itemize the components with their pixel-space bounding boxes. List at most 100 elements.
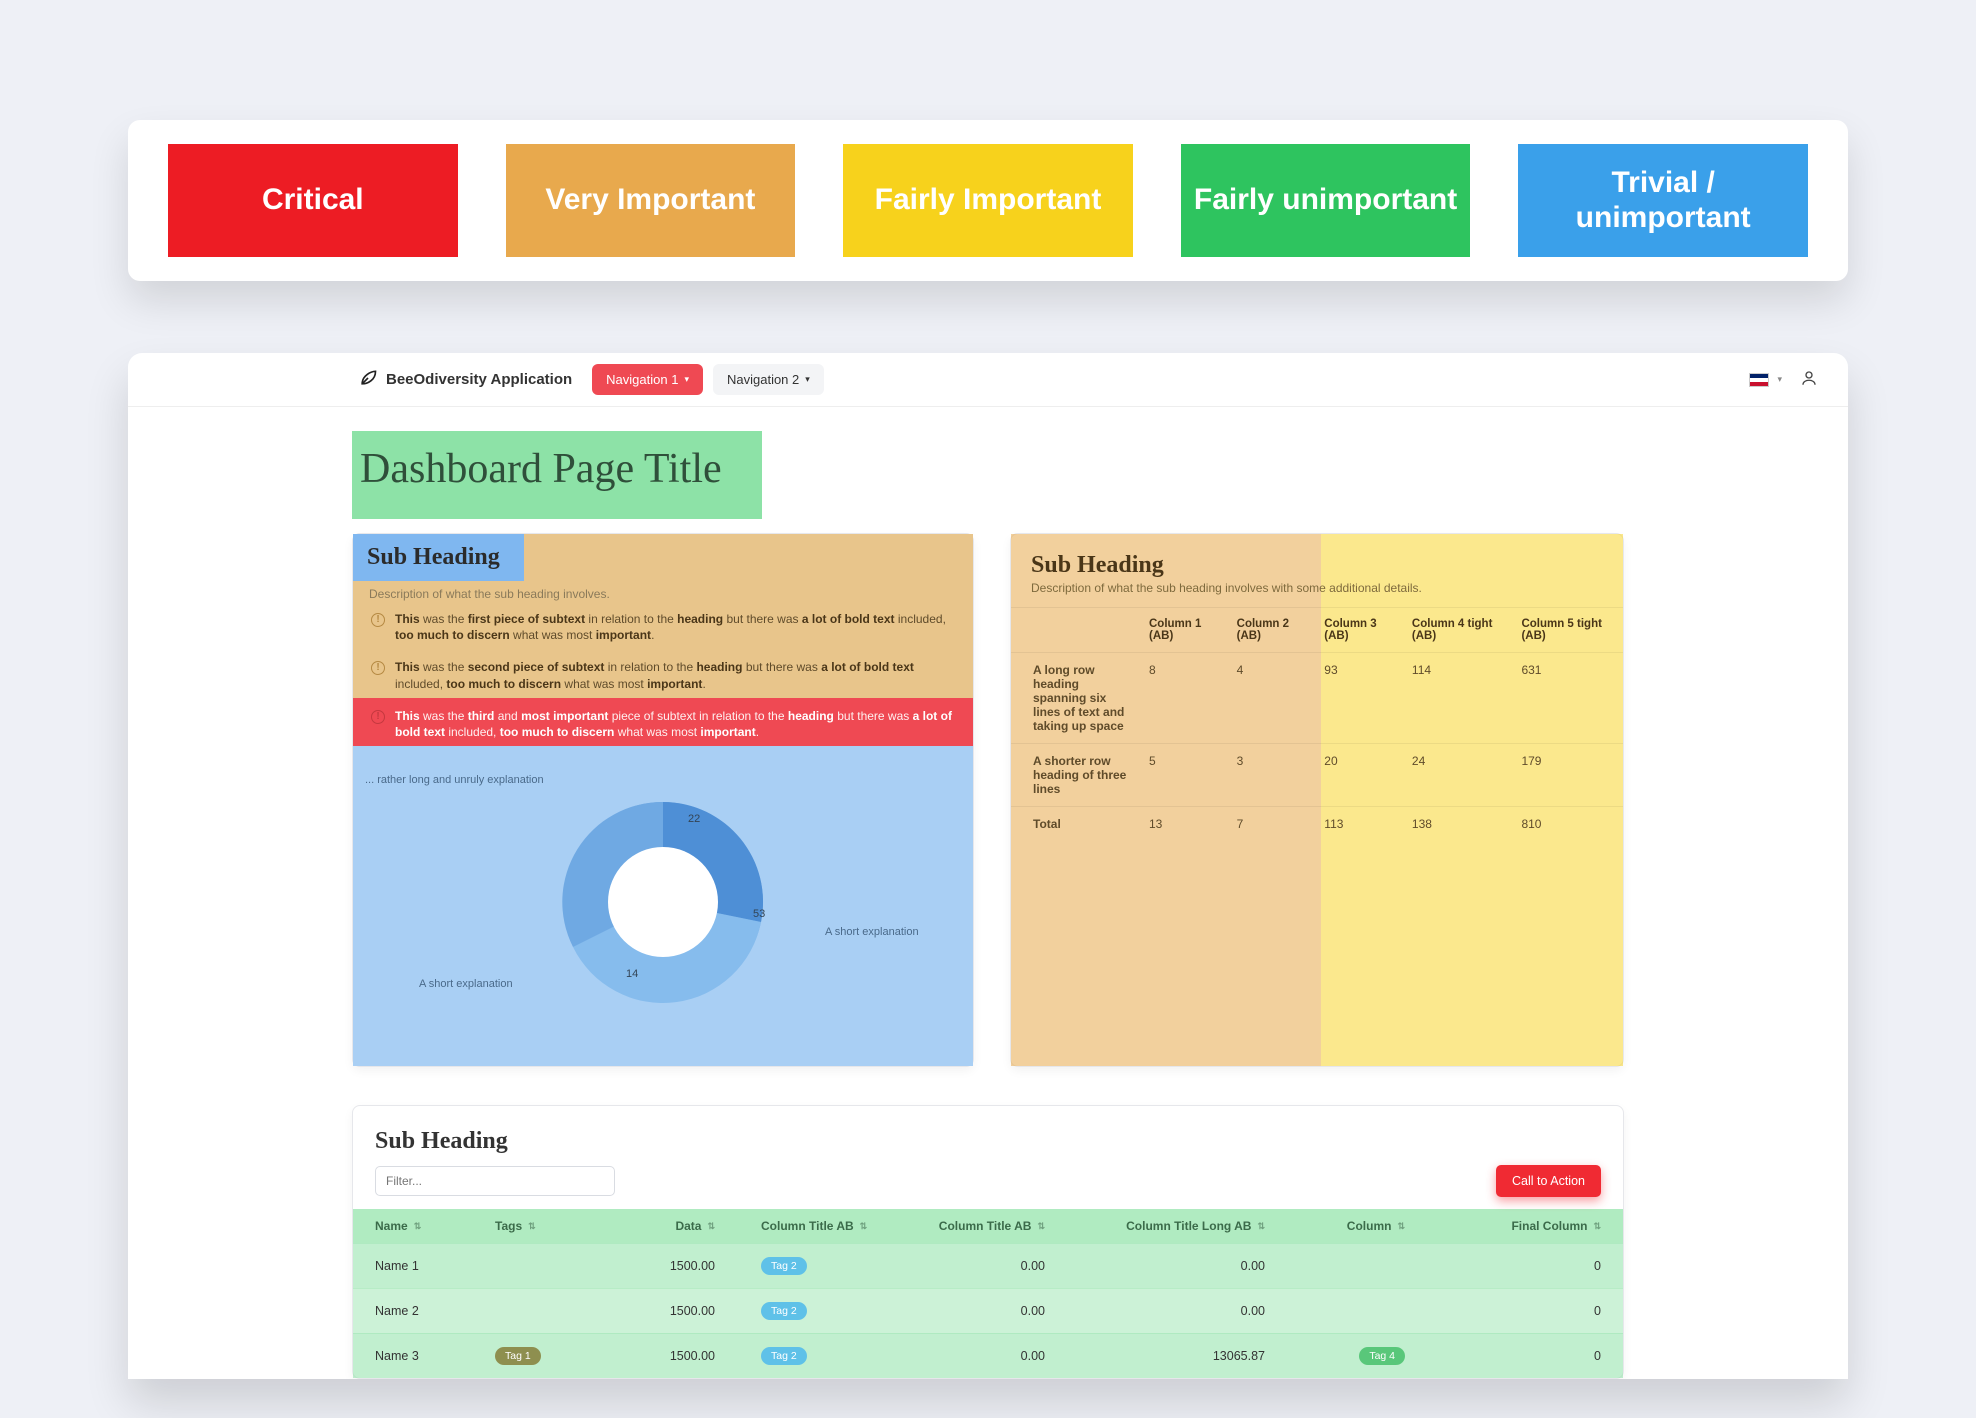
chart-label-3: A short explanation [419,978,513,990]
cell-col [1265,1257,1405,1275]
cell-final: 0 [1405,1302,1601,1320]
data-row[interactable]: Name 2 1500.00 Tag 2 0.00 0.00 0 [353,1288,1623,1333]
page-title: Dashboard Page Title [352,431,762,519]
donut-chart: 22 53 14 ... rather long and unruly expl… [353,746,973,1066]
cell-tags [495,1257,615,1275]
alert-icon [371,613,385,627]
right-description: Description of what the sub heading invo… [1011,581,1623,607]
col-name[interactable]: Name⇅ [375,1219,495,1233]
svg-text:14: 14 [626,968,638,980]
summary-table: Column 1 (AB) Column 2 (AB) Column 3 (AB… [1011,607,1623,841]
col-final[interactable]: Final Column⇅ [1405,1219,1601,1233]
legend-trivial: Trivial / unimportant [1518,144,1808,257]
nav-item-1-label: Navigation 1 [606,372,678,387]
donut-chart-svg: 22 53 14 [513,752,813,1052]
table-row-total: Total 13 7 113 138 810 [1011,807,1623,842]
cell-final: 0 [1405,1347,1601,1365]
col-2: Column 2 (AB) [1229,608,1317,653]
table-row: A shorter row heading of three lines 5 3… [1011,744,1623,807]
card-bottom: Sub Heading Call to Action Name⇅ Tags⇅ D… [352,1105,1624,1379]
nav-item-2-label: Navigation 2 [727,372,799,387]
leaf-icon [358,368,378,392]
info-bullet-3-text: This was the third and most important pi… [395,708,955,740]
alert-icon [371,710,385,724]
tag: Tag 4 [1359,1347,1405,1365]
call-to-action-button[interactable]: Call to Action [1496,1165,1601,1197]
col-ab1[interactable]: Column Title AB⇅ [715,1219,885,1233]
sort-icon: ⇅ [860,1221,868,1232]
right-sub-heading: Sub Heading [1011,534,1623,581]
chart-label-1: ... rather long and unruly explanation [365,774,544,786]
cell-ab2: 0.00 [885,1347,1045,1365]
app-window: BeeOdiversity Application Navigation 1 ▾… [128,353,1848,1379]
card-right: Sub Heading Description of what the sub … [1010,533,1624,1067]
nav-item-2[interactable]: Navigation 2 ▾ [713,364,824,395]
cell-final: 0 [1405,1257,1601,1275]
brand: BeeOdiversity Application [358,368,572,392]
col-rowhead [1011,608,1141,653]
row-heading: A long row heading spanning six lines of… [1011,653,1141,744]
tag: Tag 2 [761,1347,807,1365]
cell-data: 1500.00 [615,1257,715,1275]
sort-icon: ⇅ [414,1221,422,1232]
table-header-row: Column 1 (AB) Column 2 (AB) Column 3 (AB… [1011,608,1623,653]
row-heading: A shorter row heading of three lines [1011,744,1141,807]
sort-icon: ⇅ [1397,1221,1405,1232]
data-row[interactable]: Name 1 1500.00 Tag 2 0.00 0.00 0 [353,1243,1623,1288]
nav-item-1[interactable]: Navigation 1 ▾ [592,364,703,395]
legend-very-important: Very Important [506,144,796,257]
col-5: Column 5 tight (AB) [1513,608,1623,653]
cell-ab1: Tag 2 [715,1257,885,1275]
cell-ab1: Tag 2 [715,1302,885,1320]
cell-tags [495,1302,615,1320]
user-menu[interactable] [1800,369,1818,390]
col-data[interactable]: Data⇅ [615,1219,715,1233]
chevron-down-icon: ▾ [684,374,689,385]
col-col[interactable]: Column⇅ [1265,1219,1405,1233]
info-bullet-1: This was the first piece of subtext in r… [353,601,973,649]
user-icon [1800,369,1818,387]
language-selector[interactable]: ▾ [1749,373,1782,387]
sort-icon: ⇅ [1257,1221,1265,1232]
chevron-down-icon: ▾ [805,374,810,385]
cell-col: Tag 4 [1265,1347,1405,1365]
bottom-sub-heading: Sub Heading [353,1106,1623,1165]
info-bullet-2-text: This was the second piece of subtext in … [395,659,955,691]
data-row[interactable]: Name 3 Tag 1 1500.00 Tag 2 0.00 13065.87… [353,1333,1623,1378]
col-long[interactable]: Column Title Long AB⇅ [1045,1219,1265,1233]
sort-icon: ⇅ [1037,1221,1045,1232]
cell-data: 1500.00 [615,1347,715,1365]
info-bullet-1-text: This was the first piece of subtext in r… [395,611,955,643]
legend-card: Critical Very Important Fairly Important… [128,120,1848,281]
brand-name: BeeOdiversity Application [386,371,572,388]
legend-fairly-important: Fairly Important [843,144,1133,257]
cell-ab2: 0.00 [885,1257,1045,1275]
sort-icon: ⇅ [707,1221,715,1232]
cell-name: Name 2 [375,1302,495,1320]
sort-icon: ⇅ [528,1221,536,1232]
card-left: Sub Heading Description of what the sub … [352,533,974,1067]
cell-long: 13065.87 [1045,1347,1265,1365]
tag: Tag 2 [761,1257,807,1275]
left-sub-heading: Sub Heading [353,534,524,581]
flag-uk-icon [1749,373,1769,387]
tag: Tag 2 [761,1302,807,1320]
svg-text:22: 22 [688,813,700,825]
legend-critical: Critical [168,144,458,257]
col-1: Column 1 (AB) [1141,608,1229,653]
col-tags[interactable]: Tags⇅ [495,1219,615,1233]
filter-input[interactable] [375,1166,615,1196]
chevron-down-icon: ▾ [1777,374,1782,385]
cell-long: 0.00 [1045,1257,1265,1275]
legend-fairly-unimportant: Fairly unimportant [1181,144,1471,257]
alert-icon [371,661,385,675]
col-3: Column 3 (AB) [1316,608,1404,653]
row-heading: Total [1011,807,1141,842]
chart-label-2: A short explanation [825,926,919,938]
page-body: Dashboard Page Title Sub Heading Descrip… [128,407,1848,1379]
svg-text:53: 53 [753,908,765,920]
sort-icon: ⇅ [1593,1221,1601,1232]
info-bullet-3-critical: This was the third and most important pi… [353,698,973,746]
col-4: Column 4 tight (AB) [1404,608,1514,653]
col-ab2[interactable]: Column Title AB⇅ [885,1219,1045,1233]
